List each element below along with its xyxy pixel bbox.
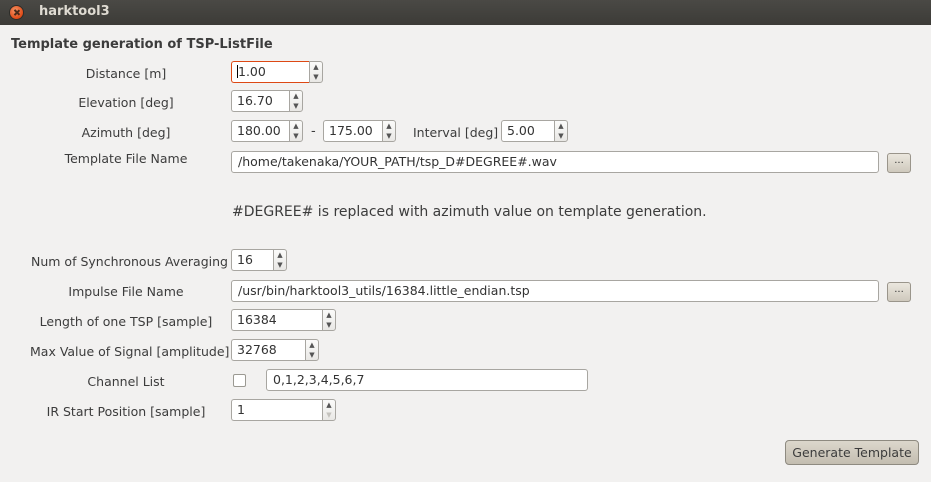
- spin-up-icon[interactable]: ▲: [555, 121, 567, 131]
- max-signal-spinner[interactable]: 32768 ▲ ▼: [231, 339, 319, 361]
- channel-list-label: Channel List: [87, 374, 165, 389]
- spin-down-icon[interactable]: ▼: [323, 410, 335, 420]
- distance-spinner[interactable]: 1.00 ▲ ▼: [231, 61, 323, 83]
- elevation-stepper[interactable]: ▲ ▼: [289, 90, 303, 112]
- max-signal-label: Max Value of Signal [amplitude]: [30, 344, 230, 359]
- interval-spinner[interactable]: 5.00 ▲ ▼: [501, 120, 568, 142]
- spin-down-icon[interactable]: ▼: [290, 101, 302, 111]
- impulse-file-browse-button[interactable]: ...: [887, 282, 911, 302]
- ir-start-label: IR Start Position [sample]: [46, 404, 206, 419]
- spin-up-icon[interactable]: ▲: [290, 121, 302, 131]
- azimuth-to-input[interactable]: 175.00: [323, 120, 382, 142]
- elevation-spinner[interactable]: 16.70 ▲ ▼: [231, 90, 303, 112]
- azimuth-to-stepper[interactable]: ▲ ▼: [382, 120, 396, 142]
- spin-up-icon[interactable]: ▲: [323, 400, 335, 410]
- sync-averaging-stepper[interactable]: ▲ ▼: [273, 249, 287, 271]
- generate-template-button[interactable]: Generate Template: [785, 440, 919, 465]
- close-window-button[interactable]: [10, 6, 23, 19]
- azimuth-label: Azimuth [deg]: [81, 125, 171, 140]
- elevation-input[interactable]: 16.70: [231, 90, 289, 112]
- ir-start-spinner[interactable]: 1 ▲ ▼: [231, 399, 336, 421]
- degree-note: #DEGREE# is replaced with azimuth value …: [232, 204, 707, 220]
- ir-start-input[interactable]: 1: [231, 399, 322, 421]
- spin-down-icon[interactable]: ▼: [555, 131, 567, 141]
- template-file-input[interactable]: /home/takenaka/YOUR_PATH/tsp_D#DEGREE#.w…: [231, 151, 879, 173]
- spin-up-icon[interactable]: ▲: [274, 250, 286, 260]
- sync-averaging-spinner[interactable]: 16 ▲ ▼: [231, 249, 287, 271]
- azimuth-range-separator: -: [311, 124, 316, 139]
- spin-down-icon[interactable]: ▼: [306, 350, 318, 360]
- tsp-length-input[interactable]: 16384: [231, 309, 322, 331]
- azimuth-from-input[interactable]: 180.00: [231, 120, 289, 142]
- spin-up-icon[interactable]: ▲: [323, 310, 335, 320]
- interval-stepper[interactable]: ▲ ▼: [554, 120, 568, 142]
- azimuth-from-spinner[interactable]: 180.00 ▲ ▼: [231, 120, 303, 142]
- spin-up-icon[interactable]: ▲: [290, 91, 302, 101]
- azimuth-to-spinner[interactable]: 175.00 ▲ ▼: [323, 120, 396, 142]
- distance-label: Distance [m]: [85, 66, 167, 81]
- template-file-label: Template File Name: [64, 151, 188, 166]
- tsp-length-spinner[interactable]: 16384 ▲ ▼: [231, 309, 336, 331]
- spin-down-icon[interactable]: ▼: [274, 260, 286, 270]
- azimuth-from-stepper[interactable]: ▲ ▼: [289, 120, 303, 142]
- distance-stepper[interactable]: ▲ ▼: [309, 61, 323, 83]
- spin-down-icon[interactable]: ▼: [323, 320, 335, 330]
- spin-down-icon[interactable]: ▼: [290, 131, 302, 141]
- impulse-file-input[interactable]: /usr/bin/harktool3_utils/16384.little_en…: [231, 280, 879, 302]
- section-title: Template generation of TSP-ListFile: [11, 37, 273, 52]
- elevation-label: Elevation [deg]: [78, 95, 174, 110]
- template-file-browse-button[interactable]: ...: [887, 153, 911, 173]
- spin-down-icon[interactable]: ▼: [383, 131, 395, 141]
- spin-up-icon[interactable]: ▲: [383, 121, 395, 131]
- distance-input[interactable]: 1.00: [231, 61, 309, 83]
- tsp-length-stepper[interactable]: ▲ ▼: [322, 309, 336, 331]
- max-signal-stepper[interactable]: ▲ ▼: [305, 339, 319, 361]
- impulse-file-label: Impulse File Name: [68, 284, 184, 299]
- spin-up-icon[interactable]: ▲: [306, 340, 318, 350]
- ir-start-stepper[interactable]: ▲ ▼: [322, 399, 336, 421]
- sync-averaging-label: Num of Synchronous Averaging: [31, 254, 228, 269]
- window-title: harktool3: [39, 4, 110, 19]
- channel-list-checkbox[interactable]: [233, 374, 246, 387]
- spin-down-icon[interactable]: ▼: [310, 72, 322, 82]
- interval-input[interactable]: 5.00: [501, 120, 554, 142]
- title-bar: harktool3: [0, 0, 931, 25]
- interval-label: Interval [deg]: [413, 125, 499, 140]
- channel-list-input[interactable]: 0,1,2,3,4,5,6,7: [266, 369, 588, 391]
- tsp-length-label: Length of one TSP [sample]: [39, 314, 213, 329]
- max-signal-input[interactable]: 32768: [231, 339, 305, 361]
- spin-up-icon[interactable]: ▲: [310, 62, 322, 72]
- sync-averaging-input[interactable]: 16: [231, 249, 273, 271]
